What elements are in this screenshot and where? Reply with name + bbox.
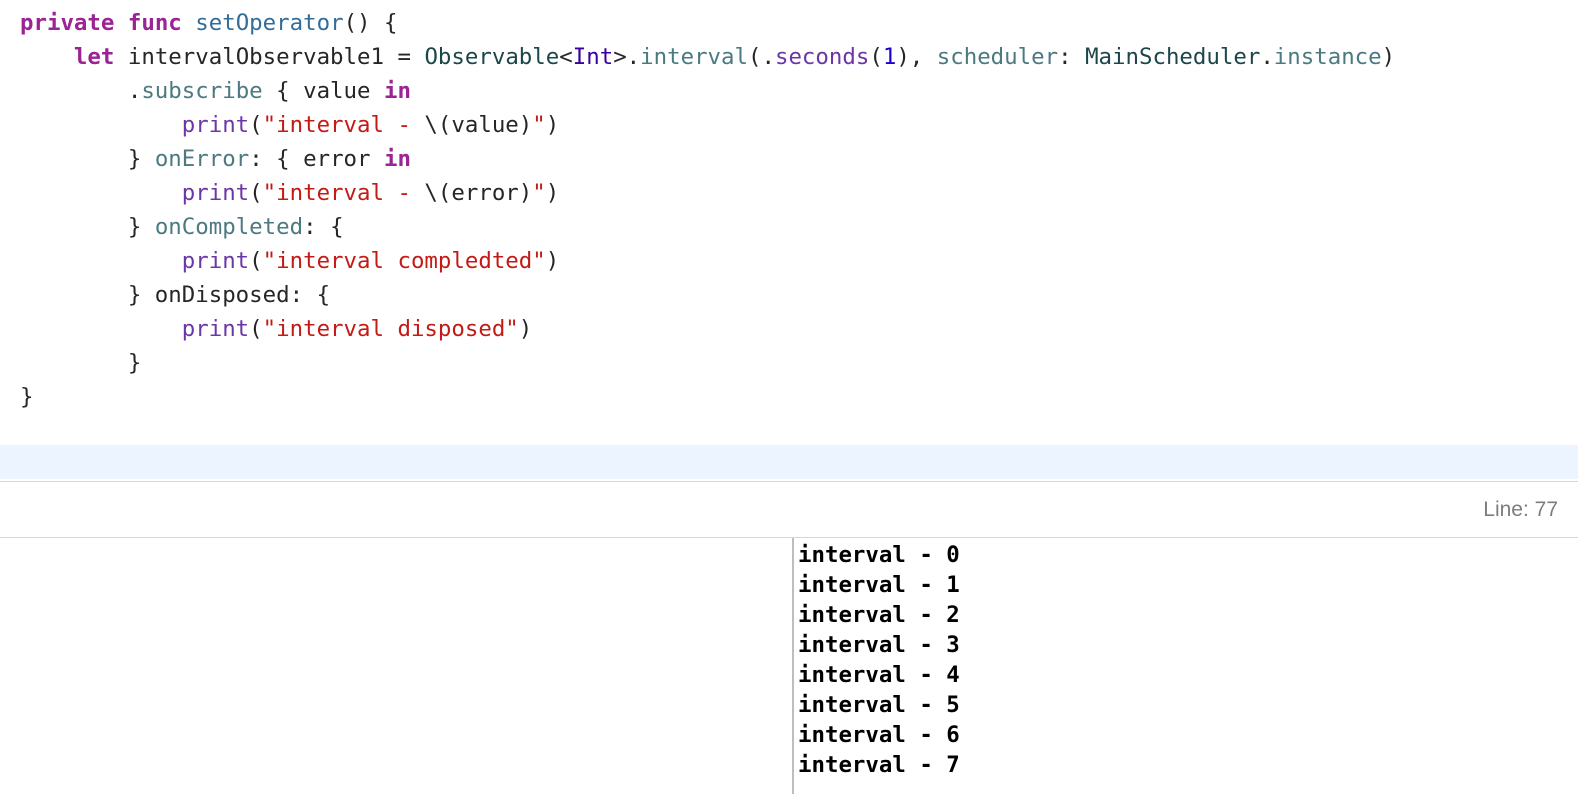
debug-bar: Line: 77 (0, 482, 1578, 537)
code-token: print (181, 180, 250, 206)
code-token: \(error) (424, 180, 533, 206)
code-token: "interval disposed" (262, 316, 519, 342)
code-token: ) (545, 112, 560, 138)
code-token: ( (869, 44, 883, 70)
code-line[interactable]: print("interval - \(value)") (20, 108, 1395, 142)
code-line[interactable]: .subscribe { value in (20, 74, 1395, 108)
code-token: instance (1273, 44, 1382, 70)
code-line[interactable]: } (20, 380, 1395, 414)
code-token: } onDisposed: { (20, 282, 331, 308)
code-token: ( (249, 316, 263, 342)
code-token: MainScheduler (1085, 44, 1261, 70)
console-line: interval - 2 (798, 602, 960, 628)
code-token: } (20, 384, 34, 410)
code-token: . (20, 78, 142, 104)
code-token: Int (572, 44, 614, 70)
code-token: () { (343, 10, 398, 36)
code-token: \(value) (424, 112, 533, 138)
code-token: . (1260, 44, 1274, 70)
code-token: : (1058, 44, 1086, 70)
code-token: " (532, 180, 546, 206)
code-token: intervalObservable1 = (114, 44, 425, 70)
code-lines[interactable]: private func setOperator() { let interva… (20, 6, 1395, 414)
variables-view[interactable] (0, 538, 792, 794)
code-token: "interval - (262, 112, 425, 138)
code-token: : { error (249, 146, 384, 172)
code-token: onCompleted (154, 214, 304, 240)
code-token: " (532, 112, 546, 138)
console-line: interval - 0 (798, 542, 960, 568)
code-line[interactable]: } onCompleted: { (20, 210, 1395, 244)
code-line[interactable]: print("interval - \(error)") (20, 176, 1395, 210)
console-line: interval - 5 (798, 692, 960, 718)
console-line: interval - 4 (798, 662, 960, 688)
code-token: ) (1381, 44, 1396, 70)
code-token: 1 (882, 44, 897, 70)
code-token: Observable (424, 44, 560, 70)
code-token: in (383, 78, 411, 104)
code-token: { value (262, 78, 384, 104)
code-token: onError (154, 146, 250, 172)
code-line[interactable]: private func setOperator() { (20, 6, 1395, 40)
code-line[interactable]: print("interval compledted") (20, 244, 1395, 278)
code-token: : { (303, 214, 344, 240)
code-token: >. (613, 44, 641, 70)
code-token: seconds (774, 44, 870, 70)
code-token: ) (545, 248, 560, 274)
code-token: let (73, 44, 115, 70)
code-token: subscribe (141, 78, 263, 104)
console-line: interval - 6 (798, 722, 960, 748)
code-token: in (384, 146, 411, 172)
code-token: } (20, 350, 142, 376)
code-token: print (181, 316, 250, 342)
code-token: ( (249, 112, 263, 138)
code-token: setOperator (195, 10, 344, 36)
console-output[interactable]: interval - 0 interval - 1 interval - 2 inte… (794, 538, 1578, 794)
console-line: interval - 3 (798, 632, 960, 658)
code-token: ) (518, 316, 533, 342)
xcode-window: private func setOperator() { let interva… (0, 0, 1578, 794)
code-token: func (127, 10, 182, 36)
code-token: print (181, 248, 250, 274)
code-token: ), (896, 44, 937, 70)
code-token: interval (640, 44, 748, 70)
code-token: } (20, 214, 155, 240)
code-token: ( (249, 248, 263, 274)
code-token: print (181, 112, 250, 138)
code-line[interactable]: print("interval disposed") (20, 312, 1395, 346)
line-number-indicator: Line: 77 (1483, 498, 1558, 521)
console-lines: interval - 0 interval - 1 interval - 2 inte… (798, 540, 960, 780)
code-token: private (20, 10, 115, 36)
code-line[interactable]: } (20, 346, 1395, 380)
current-line-highlight (0, 445, 1578, 479)
code-token: "interval - (262, 180, 425, 206)
console-line: interval - 7 (798, 752, 960, 778)
code-token: scheduler (936, 44, 1059, 70)
code-token: < (559, 44, 573, 70)
code-token: ) (545, 180, 560, 206)
code-token: (. (748, 44, 775, 70)
code-line[interactable]: } onError: { error in (20, 142, 1395, 176)
code-token: ( (249, 180, 263, 206)
code-token: } (20, 146, 155, 172)
code-line[interactable]: } onDisposed: { (20, 278, 1395, 312)
code-line[interactable]: let intervalObservable1 = Observable<Int… (20, 40, 1395, 74)
console-line: interval - 1 (798, 572, 960, 598)
code-token: "interval compledted" (262, 248, 546, 274)
source-editor[interactable]: private func setOperator() { let interva… (0, 0, 1578, 482)
